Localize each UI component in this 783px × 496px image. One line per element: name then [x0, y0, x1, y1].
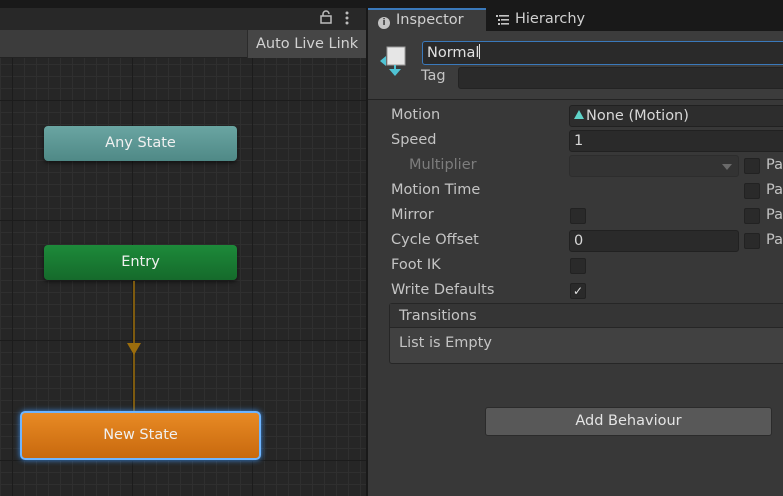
foot-ik-checkbox[interactable]: [570, 258, 586, 274]
add-behaviour-button[interactable]: Add Behaviour: [485, 407, 772, 436]
cycle-offset-parameter-label: Pa: [766, 232, 783, 248]
write-defaults-checkbox[interactable]: ✓: [570, 283, 586, 299]
chevron-down-icon: [722, 164, 732, 170]
cycle-offset-label: Cycle Offset: [391, 232, 479, 248]
foot-ik-label: Foot IK: [391, 257, 441, 273]
tab-inspector-label: Inspector: [396, 12, 464, 28]
cycle-offset-input[interactable]: 0: [569, 230, 739, 252]
transitions-list: Transitions List is Empty: [389, 303, 783, 364]
state-name-value: Normal: [427, 45, 480, 61]
state-name-input[interactable]: Normal: [422, 41, 783, 65]
transition-arrow-icon: [127, 343, 141, 355]
animator-graph-canvas[interactable]: Auto Live Link Any State Entry New State: [0, 0, 368, 496]
transitions-header: Transitions: [390, 304, 783, 328]
any-state-node[interactable]: Any State: [44, 126, 237, 161]
multiplier-dropdown[interactable]: [569, 155, 739, 177]
tag-input[interactable]: [458, 67, 783, 89]
write-defaults-label: Write Defaults: [391, 282, 495, 298]
auto-live-link-button[interactable]: Auto Live Link: [247, 30, 368, 58]
graph-header-bar: [0, 8, 366, 30]
multiplier-parameter-label: Pa: [766, 157, 783, 173]
transitions-empty-text: List is Empty: [399, 335, 492, 351]
motion-label: Motion: [391, 107, 441, 123]
animator-state-icon: [380, 46, 406, 76]
motion-value: None (Motion): [586, 108, 689, 124]
tab-inspector[interactable]: i Inspector: [368, 8, 486, 31]
motion-time-parameter-checkbox[interactable]: [744, 183, 760, 199]
object-header: Normal Tag: [368, 31, 783, 100]
inspector-panel: i Inspector Hierarchy Normal Tag Motion N…: [368, 0, 783, 496]
motion-asset-icon: [574, 110, 584, 119]
entry-node[interactable]: Entry: [44, 245, 237, 280]
kebab-menu-icon[interactable]: [342, 10, 352, 26]
tab-strip: i Inspector Hierarchy: [368, 0, 783, 31]
multiplier-parameter-checkbox[interactable]: [744, 158, 760, 174]
multiplier-label: Multiplier: [409, 157, 477, 173]
speed-label: Speed: [391, 132, 437, 148]
mirror-label: Mirror: [391, 207, 434, 223]
mirror-parameter-label: Pa: [766, 207, 783, 223]
motion-object-field[interactable]: None (Motion): [569, 105, 783, 127]
checkmark-icon: ✓: [572, 284, 584, 298]
text-caret: [479, 44, 481, 59]
new-state-node[interactable]: New State: [20, 411, 261, 460]
graph-top-strip: [0, 0, 366, 8]
info-icon: i: [378, 17, 390, 29]
mirror-parameter-checkbox[interactable]: [744, 208, 760, 224]
motion-time-parameter-label: Pa: [766, 182, 783, 198]
tag-label: Tag: [421, 68, 446, 84]
hierarchy-list-icon: [496, 15, 509, 25]
lock-icon[interactable]: [320, 10, 332, 24]
speed-input[interactable]: 1: [569, 130, 783, 152]
cycle-offset-parameter-checkbox[interactable]: [744, 233, 760, 249]
motion-time-label: Motion Time: [391, 182, 481, 198]
mirror-checkbox[interactable]: [570, 208, 586, 224]
tab-hierarchy-label: Hierarchy: [515, 11, 586, 27]
tab-hierarchy[interactable]: Hierarchy: [496, 8, 585, 31]
